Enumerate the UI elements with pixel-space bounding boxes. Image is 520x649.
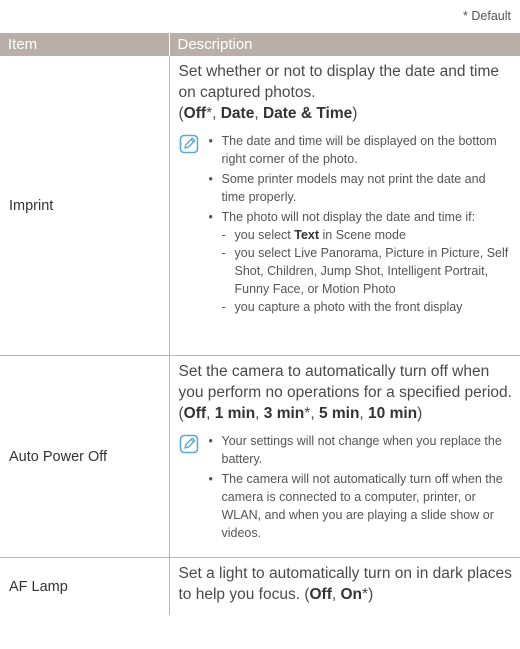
sub-item: you select Live Panorama, Picture in Pic… [222,244,513,298]
note-item: The date and time will be displayed on t… [209,132,513,168]
options-list: (Off, On*) [304,586,374,603]
options-list: (Off*, Date, Date & Time) [178,105,358,122]
sub-list: you select Text in Scene mode you select… [222,226,513,316]
table-header: Item Description [0,33,520,56]
table-row-imprint: Imprint Set whether or not to display th… [0,56,520,356]
item-name: AF Lamp [9,578,68,595]
options-list: (Off, 1 min, 3 min*, 5 min, 10 min) [178,405,423,422]
sub-item: you select Text in Scene mode [222,226,513,244]
settings-table: Item Description Imprint Set whether or … [0,33,520,615]
sub-item: you capture a photo with the front displ… [222,298,513,316]
table-row-auto-power-off: Auto Power Off Set the camera to automat… [0,355,520,558]
item-description: Set whether or not to display the date a… [168,56,520,356]
default-legend: * Default [463,9,511,23]
note-box: The date and time will be displayed on t… [179,132,513,318]
header-item: Item [0,33,169,56]
item-name: Auto Power Off [0,355,169,558]
note-item: Your settings will not change when you r… [209,432,513,468]
description-text: Set a light to automatically turn on in … [178,565,512,603]
table-row-af-lamp: AF Lamp Set a light to automatically tur… [0,557,520,615]
note-item: The photo will not display the date and … [209,208,513,316]
header-description: Description [168,33,520,56]
item-name: Imprint [0,56,169,356]
note-list: The date and time will be displayed on t… [209,132,513,318]
item-description: Set a light to automatically turn on in … [168,557,520,615]
description-text: Set whether or not to display the date a… [178,63,500,122]
note-item: Some printer models may not print the da… [209,170,513,206]
note-item: The camera will not automatically turn o… [209,470,513,542]
description-text: Set the camera to automatically turn off… [178,363,512,422]
note-box: Your settings will not change when you r… [179,432,513,544]
note-pencil-icon [179,132,209,318]
note-list: Your settings will not change when you r… [209,432,513,544]
note-pencil-icon [179,432,209,544]
item-description: Set the camera to automatically turn off… [168,355,520,558]
